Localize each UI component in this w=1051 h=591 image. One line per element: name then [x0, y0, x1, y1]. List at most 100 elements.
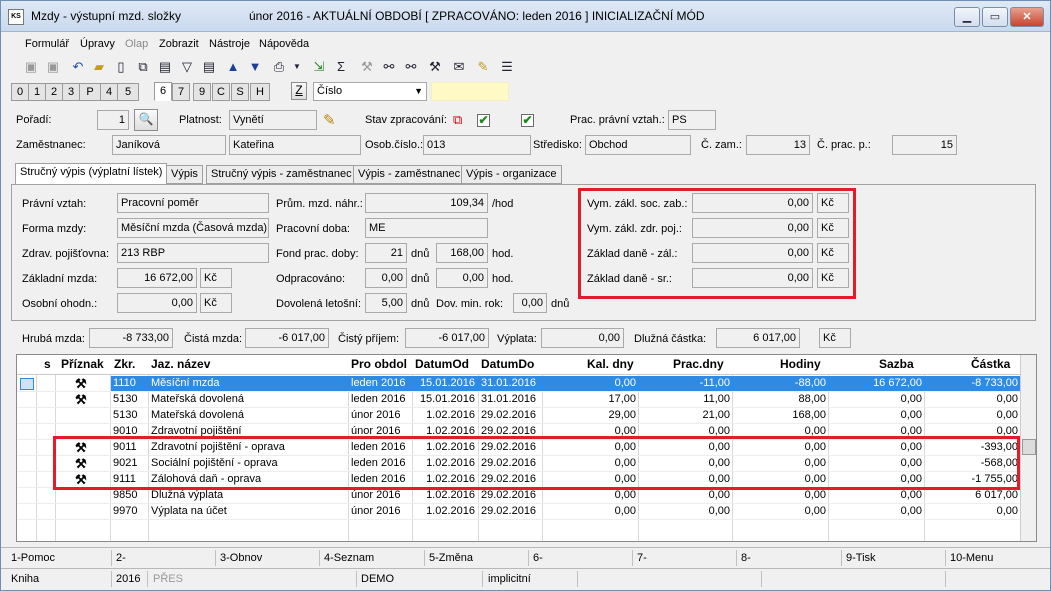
menu-napoveda[interactable]: Nápověda [259, 38, 309, 50]
tab-7[interactable]: 7 [172, 83, 190, 101]
f8[interactable]: 8- [741, 552, 751, 564]
col-datum-do[interactable]: DatumDo [481, 357, 534, 371]
f2[interactable]: 2- [116, 552, 126, 564]
book-icon[interactable]: ▤ [157, 59, 173, 75]
filter-document-icon[interactable]: ▤ [201, 59, 217, 75]
copy-icon[interactable]: ⧉ [135, 59, 151, 75]
binoculars-next-icon[interactable]: ⚯ [403, 59, 419, 75]
menu-upravy[interactable]: Úpravy [80, 38, 115, 50]
close-button[interactable]: ✕ [1010, 7, 1044, 27]
tab-0[interactable]: 0 [11, 83, 29, 101]
tab-c[interactable]: C [212, 83, 230, 101]
sort-select[interactable]: Číslo ▼ [313, 82, 427, 101]
tab-9[interactable]: 9 [193, 83, 211, 101]
print-dropdown-icon[interactable]: ▼ [289, 59, 305, 75]
col-kal-dny[interactable]: Kal. dny [587, 357, 634, 371]
z-button[interactable]: Z [291, 82, 307, 100]
prijmeni-field[interactable]: Janíková [112, 135, 226, 155]
undo-icon[interactable]: ↶ [70, 59, 86, 75]
tab-p[interactable]: P [79, 83, 101, 101]
table-row[interactable]: 9850 Dlužná výplata únor 2016 1.02.2016 29.0… [17, 488, 1020, 504]
col-sazba[interactable]: Sazba [879, 357, 914, 371]
save-all-icon[interactable]: ▣ [45, 59, 61, 75]
stav-checkbox-1[interactable]: ✔ [477, 114, 490, 127]
cell-obdobi: únor 2016 [351, 505, 401, 517]
table-row[interactable]: 9970 Výplata na účet únor 2016 1.02.2016 29.… [17, 504, 1020, 520]
col-prac-dny[interactable]: Prac.dny [673, 357, 724, 371]
f7[interactable]: 7- [637, 552, 647, 564]
menu-zobrazit[interactable]: Zobrazit [159, 38, 199, 50]
col-hodiny[interactable]: Hodiny [780, 357, 821, 371]
tab-vypis-organizace[interactable]: Výpis - organizace [461, 165, 562, 184]
tab-vypis[interactable]: Výpis [166, 165, 203, 184]
menu-nastroje[interactable]: Nástroje [209, 38, 250, 50]
col-datum-od[interactable]: DatumOd [415, 357, 469, 371]
f5-zmena[interactable]: 5-Změna [429, 552, 473, 564]
edit-icon[interactable]: ✎ [475, 59, 491, 75]
row-indicator[interactable] [20, 378, 34, 390]
menu-list-icon[interactable]: ☰ [499, 59, 515, 75]
col-zkr[interactable]: Zkr. [114, 357, 135, 371]
jmeno-field[interactable]: Kateřina [229, 135, 361, 155]
tab-s[interactable]: S [231, 83, 249, 101]
menu-formular[interactable]: Formulář [25, 38, 69, 50]
tab-strucny-vypis-zamestnanec[interactable]: Stručný výpis - zaměstnanec [206, 165, 357, 184]
quick-search-input[interactable] [431, 82, 509, 101]
tab-2[interactable]: 2 [45, 83, 63, 101]
f3-obnov[interactable]: 3-Obnov [220, 552, 262, 564]
tab-5[interactable]: 5 [117, 83, 139, 101]
tab-vypis-zamestnanec[interactable]: Výpis - zaměstnanec [353, 165, 466, 184]
save-icon[interactable]: ▣ [23, 59, 39, 75]
stredisko-field[interactable]: Obchod [585, 135, 691, 155]
col-castka[interactable]: Částka [971, 357, 1010, 371]
sum-icon[interactable]: Σ [333, 59, 349, 75]
filter-icon[interactable]: ▽ [179, 59, 195, 75]
search-button[interactable]: 🔍 [134, 109, 158, 131]
col-nazev[interactable]: Jaz. název [151, 357, 210, 371]
cista-field: -6 017,00 [245, 328, 329, 348]
f9-tisk[interactable]: 9-Tisk [846, 552, 876, 564]
f6[interactable]: 6- [533, 552, 543, 564]
col-priznak[interactable]: Příznak [61, 357, 104, 371]
platnost-field[interactable]: Vynětí [229, 110, 317, 130]
poradi-field[interactable]: 1 [97, 110, 129, 130]
minimize-button[interactable]: ▁ [954, 7, 980, 27]
new-document-icon[interactable]: ▯ [113, 59, 129, 75]
f4-seznam[interactable]: 4-Seznam [324, 552, 374, 564]
arrow-down-icon[interactable]: ▼ [247, 59, 263, 75]
col-obdobi[interactable]: Pro obdol [351, 357, 407, 371]
c-zam-field[interactable]: 13 [746, 135, 810, 155]
tab-h[interactable]: H [250, 83, 270, 101]
calculate-icon[interactable]: ⇲ [311, 59, 327, 75]
mail-icon[interactable]: ✉ [451, 59, 467, 75]
open-folder-icon[interactable]: ▰ [91, 59, 107, 75]
tab-4[interactable]: 4 [100, 83, 118, 101]
table-row[interactable]: ⚒ 5130 Mateřská dovolená leden 2016 15.01.20… [17, 392, 1020, 408]
tab-6[interactable]: 6 [154, 82, 172, 101]
arrow-up-icon[interactable]: ▲ [225, 59, 241, 75]
hammer-icon[interactable]: ⚒ [427, 59, 443, 75]
f1-pomoc[interactable]: 1-Pomoc [11, 552, 55, 564]
tab-strucny-vypis[interactable]: Stručný výpis (výplatní lístek) [15, 163, 168, 185]
vertical-scrollbar[interactable] [1020, 355, 1036, 541]
tab-3[interactable]: 3 [62, 83, 80, 101]
stav-checkbox-2[interactable]: ✔ [521, 114, 534, 127]
scrollbar-thumb[interactable] [1022, 439, 1036, 455]
prac-vztah-field[interactable]: PS [668, 110, 716, 130]
cell-datum-od: 1.02.2016 [426, 409, 475, 421]
maximize-button[interactable]: ▭ [982, 7, 1008, 27]
binoculars-icon[interactable]: ⚯ [381, 59, 397, 75]
table-row[interactable]: 5130 Mateřská dovolená únor 2016 1.02.2016 2… [17, 408, 1020, 424]
zamestnanec-label: Zaměstnanec: [16, 139, 86, 151]
c-prac-field[interactable]: 15 [892, 135, 957, 155]
f10-menu[interactable]: 10-Menu [950, 552, 993, 564]
col-s[interactable]: s [44, 357, 51, 371]
table-row[interactable]: ⚒ 1110 Měsíční mzda leden 2016 15.01.2016 31.… [17, 376, 1020, 392]
tools-icon[interactable]: ⚒ [359, 59, 375, 75]
menu-olap[interactable]: Olap [125, 38, 148, 50]
osob-cislo-field[interactable]: 013 [423, 135, 531, 155]
tab-1[interactable]: 1 [28, 83, 46, 101]
status-bar: Kniha 2016 PŘES DEMO implicitní [1, 568, 1050, 590]
edit-pencil-icon[interactable]: ✎ [323, 111, 336, 129]
print-icon[interactable]: ⎙ [271, 59, 287, 75]
